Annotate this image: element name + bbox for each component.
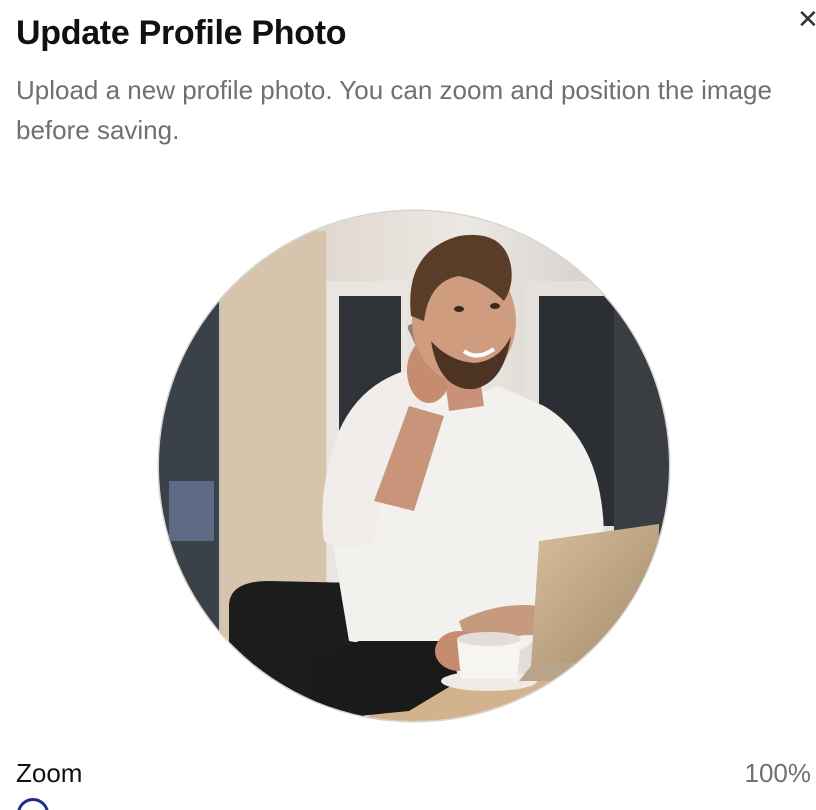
zoom-slider-thumb[interactable] [17,798,49,810]
profile-photo [159,211,669,721]
photo-crop-area[interactable] [159,211,669,721]
dialog-title: Update Profile Photo [16,14,347,52]
zoom-label: Zoom [16,758,83,788]
close-icon[interactable]: ✕ [797,4,816,34]
update-profile-photo-dialog: Update Profile Photo ✕ Upload a new prof… [0,0,816,810]
dialog-description: Upload a new profile photo. You can zoom… [16,75,772,145]
zoom-value: 100% [744,758,812,788]
